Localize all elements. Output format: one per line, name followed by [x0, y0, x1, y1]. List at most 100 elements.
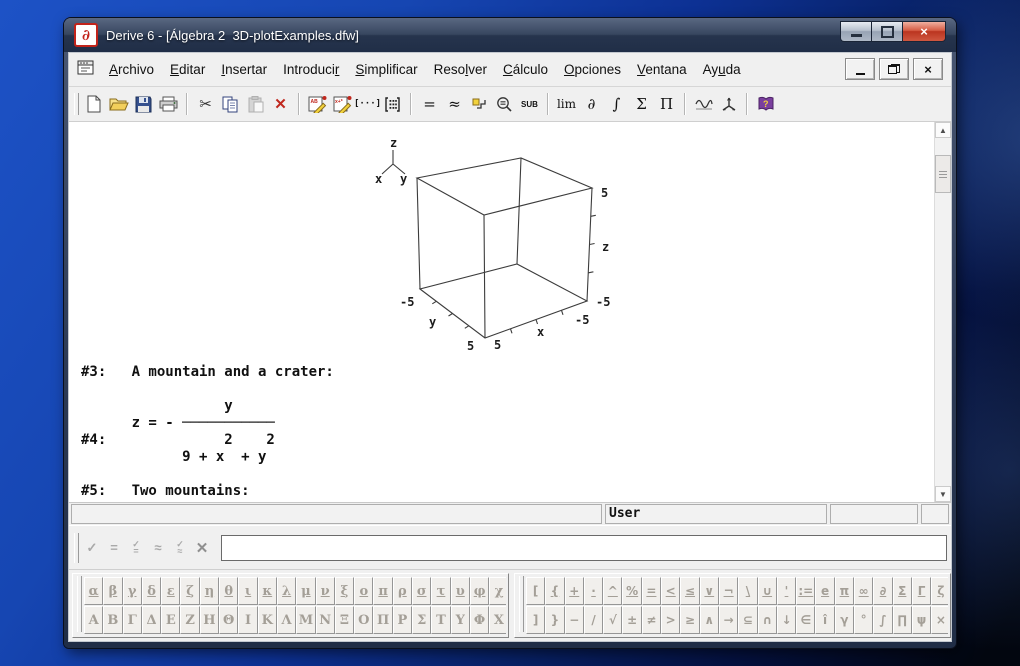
math-symbol-button[interactable]: ]	[525, 606, 546, 634]
greek-letter-button[interactable]: Ζ	[180, 606, 200, 634]
greek-letter-button[interactable]: χ	[489, 577, 506, 605]
document-window-icon[interactable]	[77, 60, 94, 80]
greek-letter-button[interactable]: Υ	[450, 606, 470, 634]
math-toolbar-grip[interactable]	[519, 576, 524, 632]
greek-letter-button[interactable]: κ	[257, 577, 277, 605]
greek-letter-button[interactable]: σ	[412, 577, 432, 605]
expression-input[interactable]	[221, 534, 947, 561]
greek-letter-button[interactable]: Σ	[412, 606, 432, 634]
menu-item[interactable]: Insertar	[213, 58, 275, 81]
greek-letter-button[interactable]: Ξ	[334, 606, 355, 634]
sum-button[interactable]: Σ	[629, 91, 654, 117]
plot-3d-button[interactable]	[716, 91, 741, 117]
greek-letter-button[interactable]: ρ	[392, 577, 413, 605]
greek-letter-button[interactable]: ι	[238, 577, 258, 605]
author-approximate-button[interactable]: ✓ ≈	[169, 536, 191, 560]
math-symbol-button[interactable]: ≤	[680, 577, 700, 605]
greek-letter-button[interactable]: υ	[450, 577, 470, 605]
greek-letter-button[interactable]: Η	[199, 606, 220, 634]
math-symbol-button[interactable]: −	[564, 606, 584, 634]
integral-button[interactable]: ∫	[604, 91, 629, 117]
math-symbol-button[interactable]: '	[776, 577, 797, 605]
display-steps-button[interactable]	[492, 91, 517, 117]
math-symbol-button[interactable]: ∂	[873, 577, 893, 605]
insert-matrix-button[interactable]	[380, 91, 405, 117]
simplify-entry-button[interactable]: =	[103, 536, 125, 560]
menu-item[interactable]: Archivo	[101, 58, 162, 81]
menu-item[interactable]: Editar	[162, 58, 213, 81]
scroll-down-button[interactable]: ▼	[935, 486, 951, 502]
math-symbol-button[interactable]: π	[834, 577, 855, 605]
math-symbol-button[interactable]: ±	[622, 606, 642, 634]
greek-letter-button[interactable]: γ	[122, 577, 142, 605]
insert-text-button[interactable]: AB	[305, 91, 330, 117]
greek-letter-button[interactable]: Φ	[469, 606, 490, 634]
delete-button[interactable]: ✕	[268, 91, 293, 117]
greek-letter-button[interactable]: Ρ	[392, 606, 413, 634]
greek-letter-button[interactable]: Μ	[296, 606, 316, 634]
limit-button[interactable]: lim	[554, 91, 579, 117]
menu-item[interactable]: Ayuda	[695, 58, 749, 81]
math-symbol-button[interactable]: /	[583, 606, 604, 634]
greek-letter-button[interactable]: Π	[373, 606, 393, 634]
author-simplify-button[interactable]: ✓ =	[125, 536, 147, 560]
insert-vector-button[interactable]: [···]	[354, 91, 381, 117]
clear-entry-button[interactable]: ✕	[191, 536, 213, 560]
plot-2d-button[interactable]	[691, 91, 716, 117]
menu-item[interactable]: Opciones	[556, 58, 629, 81]
entry-bar-grip[interactable]	[74, 532, 79, 563]
math-symbol-button[interactable]: %	[622, 577, 642, 605]
open-file-button[interactable]	[106, 91, 131, 117]
author-button[interactable]: ✓	[81, 536, 103, 560]
titlebar[interactable]: ∂ Derive 6 - [Álgebra 2 3D-plotExamples.…	[64, 18, 956, 52]
greek-letter-button[interactable]: β	[103, 577, 123, 605]
math-symbol-button[interactable]: ·	[583, 577, 604, 605]
approximate-button[interactable]: ≈	[442, 91, 467, 117]
math-symbol-button[interactable]: ≥	[680, 606, 700, 634]
greek-letter-button[interactable]: θ	[219, 577, 239, 605]
math-symbol-button[interactable]: }	[545, 606, 565, 634]
insert-expression-button[interactable]: x+*	[330, 91, 355, 117]
toolbar-grip[interactable]	[74, 93, 79, 115]
math-symbol-button[interactable]: +	[564, 577, 584, 605]
menu-item[interactable]: Cálculo	[495, 58, 556, 81]
math-symbol-button[interactable]: ∏	[892, 606, 912, 634]
product-button[interactable]: Π	[654, 91, 679, 117]
math-symbol-button[interactable]: ∩	[757, 606, 777, 634]
math-symbol-button[interactable]: √	[603, 606, 623, 634]
math-symbol-button[interactable]: [	[525, 577, 546, 605]
greek-letter-button[interactable]: Β	[103, 606, 123, 634]
greek-letter-button[interactable]: Λ	[276, 606, 297, 634]
math-symbol-button[interactable]: \	[738, 577, 758, 605]
menu-item[interactable]: Resolver	[426, 58, 495, 81]
math-symbol-button[interactable]: :=	[796, 577, 816, 605]
derivative-button[interactable]: ∂	[579, 91, 604, 117]
mdi-close-button[interactable]: ×	[913, 58, 943, 80]
math-symbol-button[interactable]: ζ	[931, 577, 948, 605]
greek-letter-button[interactable]: η	[199, 577, 220, 605]
subscript-button[interactable]: SUB	[517, 91, 542, 117]
simplify-button[interactable]: =	[417, 91, 442, 117]
math-symbol-button[interactable]: →	[718, 606, 739, 634]
math-symbol-button[interactable]: >	[661, 606, 681, 634]
greek-letter-button[interactable]: Θ	[219, 606, 239, 634]
greek-letter-button[interactable]: Ν	[315, 606, 335, 634]
math-symbol-button[interactable]: ↓	[776, 606, 797, 634]
math-symbol-button[interactable]: ∧	[699, 606, 719, 634]
cut-button[interactable]: ✂	[193, 91, 218, 117]
help-button[interactable]: ?	[753, 91, 778, 117]
scrollbar-track[interactable]	[935, 138, 951, 486]
greek-letter-button[interactable]: Τ	[431, 606, 451, 634]
math-symbol-button[interactable]: ∪	[757, 577, 777, 605]
math-symbol-button[interactable]: ×	[931, 606, 948, 634]
greek-letter-button[interactable]: Α	[83, 606, 104, 634]
greek-letter-button[interactable]: ε	[161, 577, 181, 605]
mdi-restore-button[interactable]	[879, 58, 909, 80]
greek-letter-button[interactable]: Κ	[257, 606, 277, 634]
math-symbol-button[interactable]: Σ	[892, 577, 912, 605]
menu-item[interactable]: Introducir	[275, 58, 347, 81]
print-button[interactable]	[156, 91, 181, 117]
math-symbol-button[interactable]: ∞	[854, 577, 874, 605]
math-symbol-button[interactable]: =	[641, 577, 662, 605]
menu-item[interactable]: Ventana	[629, 58, 695, 81]
